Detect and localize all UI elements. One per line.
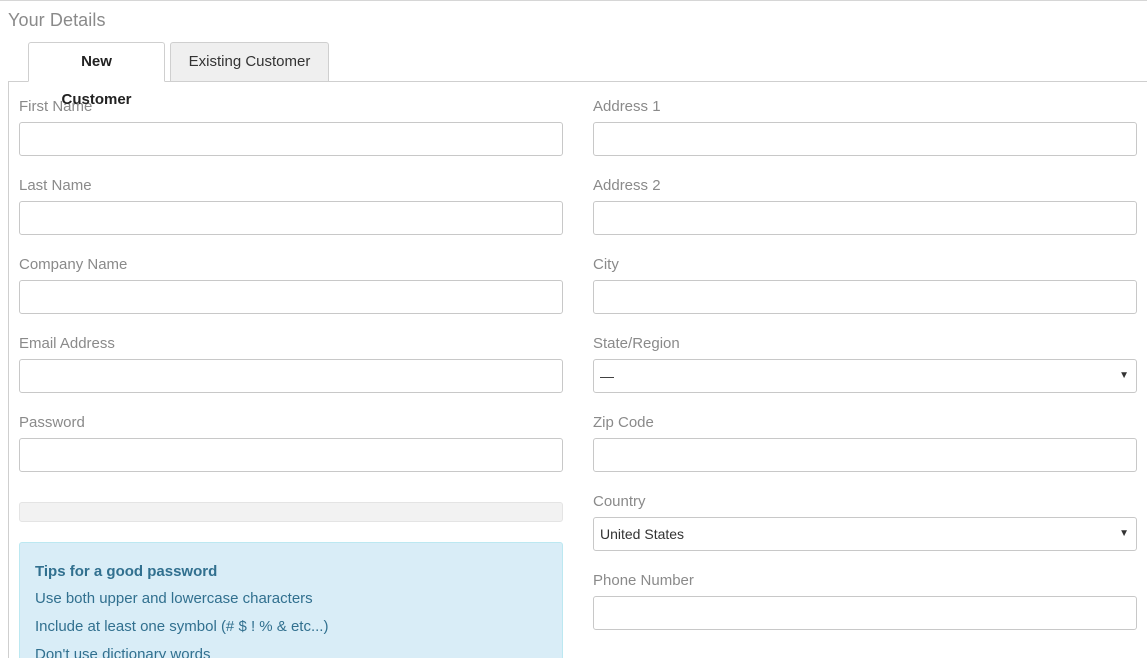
password-field[interactable] bbox=[19, 438, 563, 472]
tip-line: Include at least one symbol (# $ ! % & e… bbox=[35, 618, 329, 635]
state-select[interactable]: — ▼ bbox=[593, 359, 1137, 393]
zip-field[interactable] bbox=[593, 438, 1137, 472]
chevron-down-icon: ▼ bbox=[1119, 370, 1129, 381]
email-field[interactable] bbox=[19, 359, 563, 393]
customer-details-page: Your Details New Customer Existing Custo… bbox=[0, 0, 1147, 658]
tab-existing-customer[interactable]: Existing Customer bbox=[170, 42, 329, 82]
last-name-label: Last Name bbox=[19, 177, 92, 194]
section-title: Your Details bbox=[8, 10, 106, 30]
country-select[interactable]: United States ▼ bbox=[593, 517, 1137, 551]
state-select-value: — bbox=[600, 368, 614, 384]
password-tips-box: Tips for a good password Use both upper … bbox=[19, 542, 563, 658]
customer-tabs: New Customer Existing Customer bbox=[28, 42, 329, 108]
city-label: City bbox=[593, 256, 619, 273]
address2-label: Address 2 bbox=[593, 177, 661, 194]
tab-new-customer[interactable]: New Customer bbox=[28, 42, 165, 108]
company-name-field[interactable] bbox=[19, 280, 563, 314]
city-field[interactable] bbox=[593, 280, 1137, 314]
phone-label: Phone Number bbox=[593, 572, 694, 589]
tip-line: Use both upper and lowercase characters bbox=[35, 590, 313, 607]
country-label: Country bbox=[593, 493, 646, 510]
address1-field[interactable] bbox=[593, 122, 1137, 156]
company-name-label: Company Name bbox=[19, 256, 128, 273]
password-strength-bar bbox=[19, 502, 563, 522]
last-name-field[interactable] bbox=[19, 201, 563, 235]
address1-label: Address 1 bbox=[593, 98, 661, 115]
chevron-down-icon: ▼ bbox=[1119, 528, 1129, 539]
first-name-field[interactable] bbox=[19, 122, 563, 156]
country-select-value: United States bbox=[600, 526, 685, 542]
state-label: State/Region bbox=[593, 335, 680, 352]
zip-label: Zip Code bbox=[593, 414, 654, 431]
tips-heading: Tips for a good password bbox=[35, 563, 218, 580]
tip-line: Don't use dictionary words bbox=[35, 646, 211, 658]
phone-field[interactable] bbox=[593, 596, 1137, 630]
email-label: Email Address bbox=[19, 335, 115, 352]
password-label: Password bbox=[19, 414, 85, 431]
address2-field[interactable] bbox=[593, 201, 1137, 235]
